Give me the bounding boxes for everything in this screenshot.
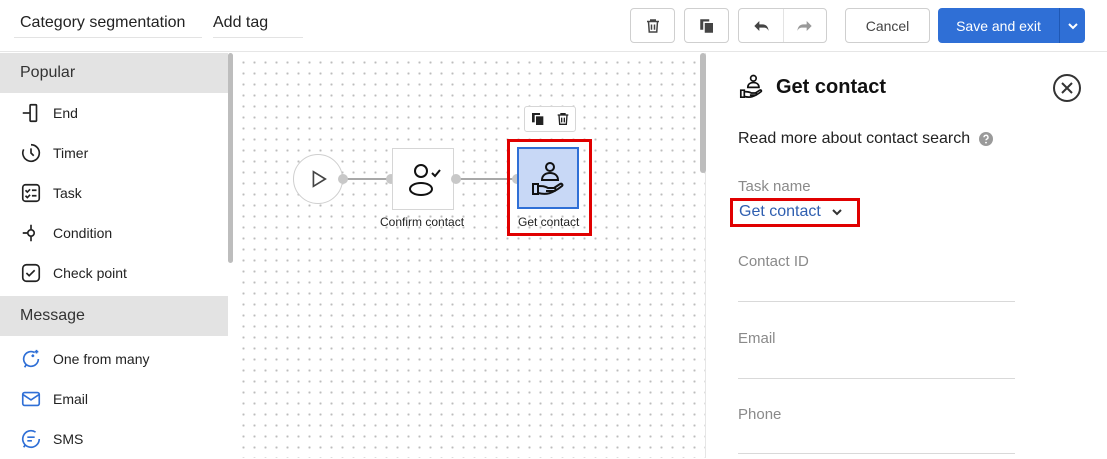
palette-item-check-point[interactable]: Check point (0, 253, 228, 293)
email-input[interactable] (738, 378, 1015, 379)
redo-icon (797, 20, 812, 31)
trash-icon[interactable] (555, 111, 571, 127)
palette-item-timer[interactable]: Timer (0, 133, 228, 173)
copy-icon (699, 18, 714, 34)
confirm-contact-icon (409, 164, 441, 196)
sparkle-chat-icon (20, 348, 42, 370)
timer-icon (20, 142, 42, 164)
palette-item-label: Check point (53, 265, 127, 281)
palette-item-label: Email (53, 391, 89, 407)
workflow-canvas[interactable] (234, 53, 706, 458)
trash-icon (646, 18, 659, 33)
palette-item-sms[interactable]: SMS (0, 419, 228, 459)
panel-title: Get contact (776, 76, 887, 98)
palette-item-label: Timer (53, 145, 89, 161)
copy-button[interactable] (684, 8, 729, 43)
read-more-text: Read more about contact search (738, 130, 971, 147)
save-and-exit-button[interactable]: Save and exit (938, 8, 1085, 43)
undo-redo-group (738, 8, 827, 43)
contact-id-label: Contact ID (738, 253, 809, 270)
sms-icon (20, 428, 42, 450)
help-icon[interactable] (979, 132, 994, 146)
top-bar: Category segmentation Add tag Cancel Sav… (0, 0, 1107, 52)
node-confirm-contact[interactable] (392, 148, 454, 210)
palette-item-task[interactable]: Task (0, 173, 228, 213)
close-icon[interactable] (1052, 73, 1082, 103)
start-node[interactable] (293, 154, 343, 204)
palette-item-label: End (53, 105, 78, 121)
connector-dot[interactable] (451, 174, 461, 184)
highlight-get-contact-node (507, 139, 592, 236)
phone-input[interactable] (738, 453, 1015, 454)
section-message-title: Message (0, 296, 228, 336)
palette-item-label: Task (53, 185, 82, 201)
check-point-icon (20, 262, 42, 284)
task-icon (20, 182, 42, 204)
email-icon (20, 388, 42, 410)
end-icon (20, 102, 42, 124)
get-contact-icon (739, 74, 763, 99)
palette-item-email[interactable]: Email (0, 379, 228, 419)
cancel-button[interactable]: Cancel (845, 8, 930, 43)
canvas-scrollbar[interactable] (700, 53, 706, 173)
node-toolbar (524, 106, 576, 132)
task-palette: Popular End Timer Task Condition Check p… (0, 53, 228, 458)
contact-id-input[interactable] (738, 301, 1015, 302)
play-icon (312, 170, 327, 188)
highlight-task-name-select (730, 198, 860, 227)
section-popular-title: Popular (0, 53, 228, 93)
undo-button[interactable] (739, 9, 783, 42)
undo-icon (754, 20, 769, 31)
phone-label: Phone (738, 406, 782, 423)
save-options-dropdown[interactable] (1059, 8, 1085, 43)
read-more-link[interactable]: Read more about contact search (738, 130, 994, 148)
palette-item-end[interactable]: End (0, 93, 228, 133)
palette-item-label: SMS (53, 431, 84, 447)
segment-name-input[interactable]: Category segmentation (14, 8, 202, 38)
palette-item-label: One from many (53, 351, 150, 367)
chevron-down-icon (1067, 22, 1078, 29)
redo-button[interactable] (782, 9, 827, 42)
add-tag-input[interactable]: Add tag (213, 8, 303, 38)
email-label: Email (738, 330, 776, 347)
task-name-label: Task name (738, 178, 811, 195)
condition-icon (20, 222, 42, 244)
node-label-confirm-contact: Confirm contact (380, 215, 465, 229)
save-and-exit-label: Save and exit (956, 17, 1041, 34)
connector-dot[interactable] (338, 174, 348, 184)
palette-item-label: Condition (53, 225, 113, 241)
delete-button[interactable] (630, 8, 675, 43)
palette-item-condition[interactable]: Condition (0, 213, 228, 253)
palette-item-one-from-many[interactable]: One from many (0, 339, 228, 379)
duplicate-icon[interactable] (530, 111, 546, 127)
